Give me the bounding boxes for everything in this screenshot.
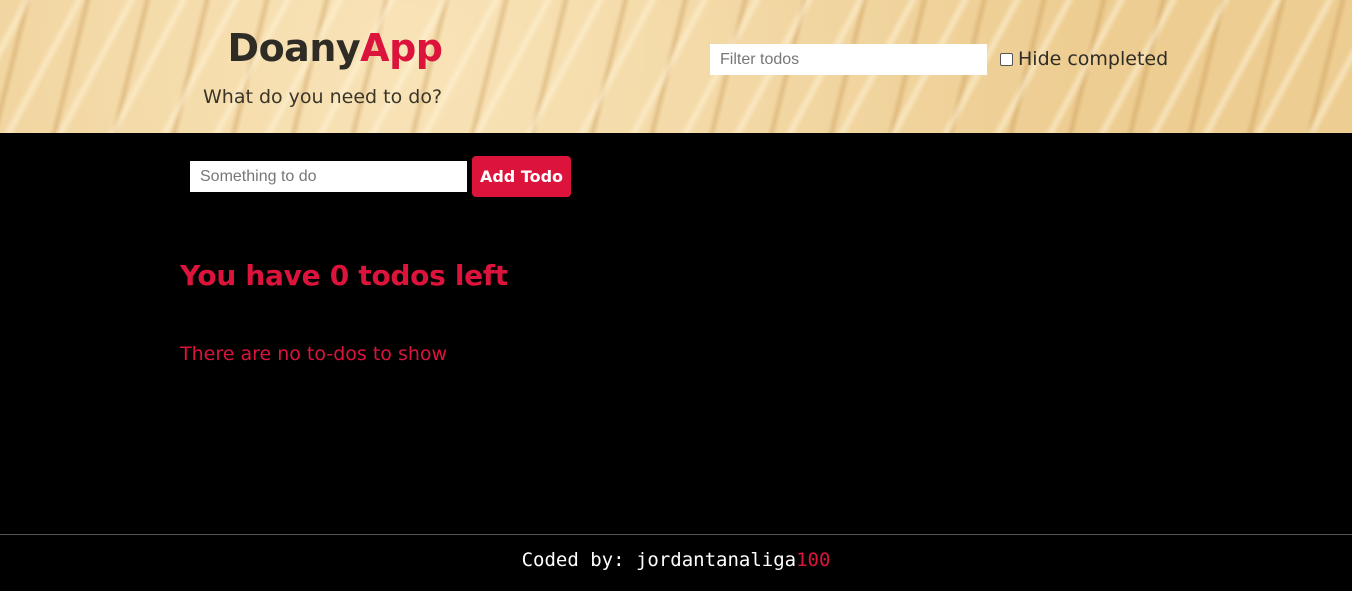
empty-todos-message: There are no to-dos to show <box>180 343 448 365</box>
footer-author: jordantanaliga <box>635 549 797 571</box>
hide-completed-label[interactable]: Hide completed <box>1018 46 1168 72</box>
footer-author-suffix: 100 <box>796 549 831 571</box>
hide-completed-checkbox[interactable] <box>1000 52 1013 66</box>
app-title-accent: App <box>360 26 443 70</box>
brand-logo: DoanyApp <box>200 24 470 72</box>
header-banner: DoanyApp What do you need to do? Hide co… <box>0 0 1352 133</box>
todos-left-summary: You have 0 todos left <box>180 259 508 292</box>
footer: Coded by: jordantanaliga100 <box>0 534 1352 591</box>
app-title-primary: Doany <box>227 26 361 70</box>
hide-completed-toggle[interactable]: Hide completed <box>1000 46 1168 72</box>
app-subtitle: What do you need to do? <box>203 86 443 108</box>
app-title: DoanyApp <box>200 24 470 72</box>
footer-prefix: Coded by: <box>521 549 636 571</box>
add-todo-button[interactable]: Add Todo <box>472 156 571 197</box>
new-todo-input[interactable] <box>190 161 467 192</box>
filter-todos-input[interactable] <box>710 44 987 75</box>
